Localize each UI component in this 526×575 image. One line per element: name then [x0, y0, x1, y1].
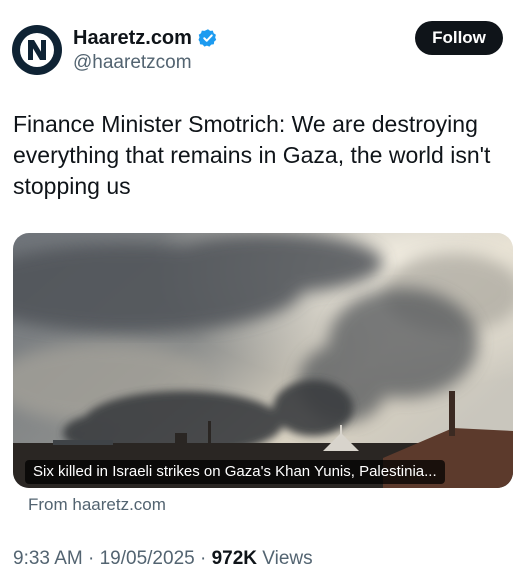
- views-label: Views: [262, 548, 313, 569]
- tweet-date[interactable]: 19/05/2025: [100, 548, 195, 569]
- haaretz-logo-icon: [14, 27, 60, 73]
- card-source[interactable]: From haaretz.com: [28, 495, 166, 515]
- article-photo: [13, 233, 513, 488]
- tweet-text: Finance Minister Smotrich: We are destro…: [13, 111, 491, 199]
- meta-separator: ·: [88, 548, 95, 569]
- avatar[interactable]: [12, 25, 62, 75]
- card-caption: Six killed in Israeli strikes on Gaza's …: [25, 460, 445, 484]
- follow-button[interactable]: Follow: [415, 21, 503, 55]
- account-handle[interactable]: @haaretzcom: [73, 52, 192, 74]
- link-card[interactable]: Six killed in Israeli strikes on Gaza's …: [13, 233, 513, 488]
- display-name[interactable]: Haaretz.com: [73, 26, 192, 50]
- tweet-time[interactable]: 9:33 AM: [13, 548, 83, 569]
- meta-separator: ·: [199, 548, 207, 569]
- tweet-meta: 9:33 AM · 19/05/2025 · 972K Views: [13, 548, 313, 570]
- views-count[interactable]: 972K: [212, 548, 257, 569]
- account-name-row[interactable]: Haaretz.com: [73, 26, 218, 50]
- verified-badge-icon: [198, 28, 218, 48]
